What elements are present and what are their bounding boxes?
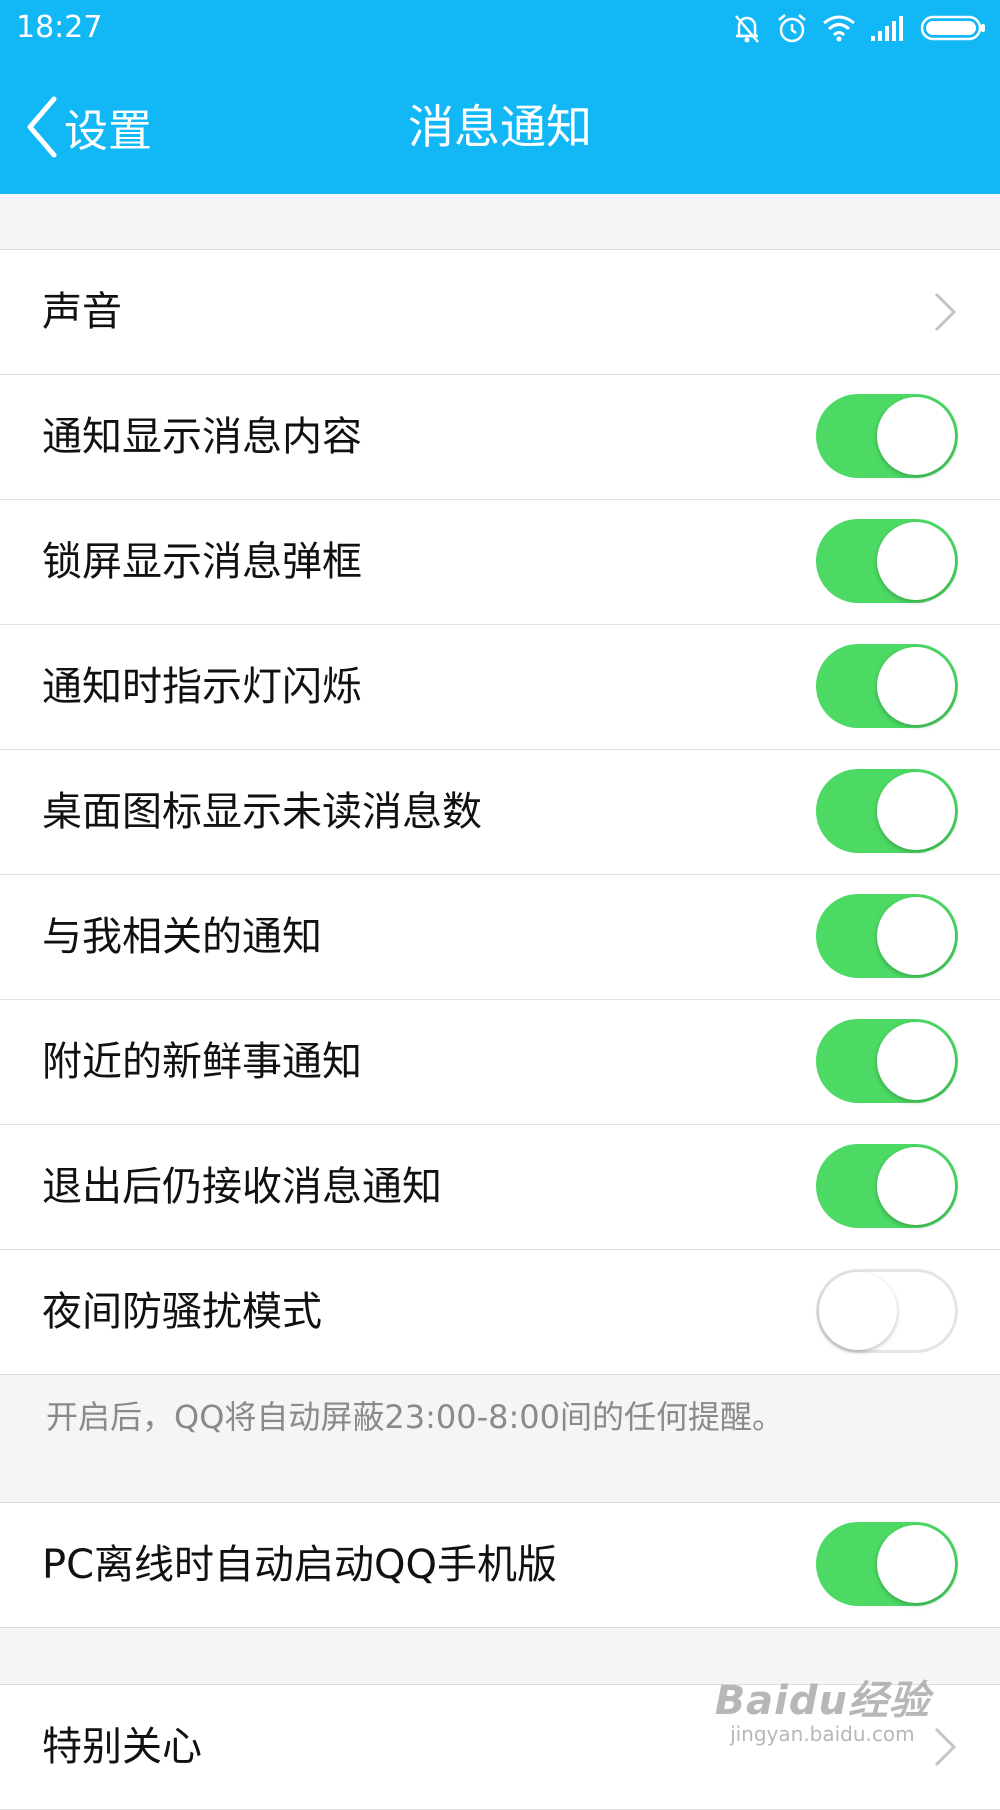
- toggle-knob: [877, 1147, 955, 1225]
- toggle-knob: [877, 522, 955, 600]
- setting-row-unread-badge: 桌面图标显示未读消息数: [0, 749, 1000, 874]
- setting-label: 通知显示消息内容: [42, 414, 362, 460]
- wifi-icon: [823, 15, 855, 42]
- pc-offline-toggle[interactable]: [816, 1522, 958, 1606]
- status-time: 18:27: [16, 10, 103, 45]
- setting-row-led-flash: 通知时指示灯闪烁: [0, 624, 1000, 749]
- bell-muted-icon: [735, 15, 759, 43]
- watermark-logo: Baidu经验: [714, 1678, 930, 1724]
- night-mode-toggle[interactable]: [816, 1269, 958, 1353]
- toggle-knob: [819, 1272, 897, 1350]
- setting-label: 附近的新鲜事通知: [42, 1039, 362, 1085]
- pc-offline-group: PC离线时自动启动QQ手机版: [0, 1502, 1000, 1628]
- page-title: 消息通知: [408, 100, 592, 154]
- setting-row-nearby-notify: 附近的新鲜事通知: [0, 999, 1000, 1124]
- setting-label: 特别关心: [42, 1724, 202, 1770]
- led-flash-toggle[interactable]: [816, 644, 958, 728]
- setting-label: 退出后仍接收消息通知: [42, 1164, 442, 1210]
- toggle-knob: [877, 1022, 955, 1100]
- after-logout-toggle[interactable]: [816, 1144, 958, 1228]
- setting-row-show-content: 通知显示消息内容: [0, 374, 1000, 499]
- toggle-knob: [877, 397, 955, 475]
- toggle-knob: [877, 647, 955, 725]
- setting-label: PC离线时自动启动QQ手机版: [42, 1542, 558, 1588]
- setting-row-pc-offline: PC离线时自动启动QQ手机版: [0, 1503, 1000, 1627]
- show-content-toggle[interactable]: [816, 394, 958, 478]
- unread-badge-toggle[interactable]: [816, 769, 958, 853]
- setting-label: 桌面图标显示未读消息数: [42, 789, 482, 835]
- alarm-icon: [778, 14, 806, 43]
- setting-label: 通知时指示灯闪烁: [42, 664, 362, 710]
- setting-row-related-notify: 与我相关的通知: [0, 874, 1000, 999]
- setting-row-lockscreen-popup: 锁屏显示消息弹框: [0, 499, 1000, 624]
- setting-row-after-logout: 退出后仍接收消息通知: [0, 1124, 1000, 1249]
- status-icons: [732, 10, 986, 46]
- watermark-url: jingyan.baidu.com: [730, 1722, 915, 1746]
- related-notify-toggle[interactable]: [816, 894, 958, 978]
- app-header: 18:27 设置 消息通知: [0, 0, 1000, 194]
- toggle-knob: [877, 897, 955, 975]
- baidu-watermark: Baidu经验 jingyan.baidu.com: [715, 1668, 930, 1746]
- setting-label: 锁屏显示消息弹框: [42, 539, 362, 585]
- toggle-knob: [877, 772, 955, 850]
- signal-icon: [871, 16, 903, 41]
- setting-label: 与我相关的通知: [42, 914, 322, 960]
- setting-row-night-mode: 夜间防骚扰模式: [0, 1249, 1000, 1374]
- settings-group: 声音 通知显示消息内容 锁屏显示消息弹框 通知时指示灯闪烁 桌面图标显示未读消息…: [0, 249, 1000, 1375]
- night-mode-note: 开启后，QQ将自动屏蔽23:00-8:00间的任何提醒。: [46, 1398, 785, 1436]
- battery-icon: [920, 15, 985, 41]
- nearby-notify-toggle[interactable]: [816, 1019, 958, 1103]
- chevron-right-icon: [934, 1727, 957, 1767]
- lockscreen-popup-toggle[interactable]: [816, 519, 958, 603]
- setting-row-sound[interactable]: 声音: [0, 250, 1000, 374]
- chevron-right-icon: [934, 292, 957, 332]
- setting-label: 声音: [42, 289, 122, 335]
- setting-label: 夜间防骚扰模式: [42, 1289, 322, 1335]
- toggle-knob: [877, 1525, 955, 1603]
